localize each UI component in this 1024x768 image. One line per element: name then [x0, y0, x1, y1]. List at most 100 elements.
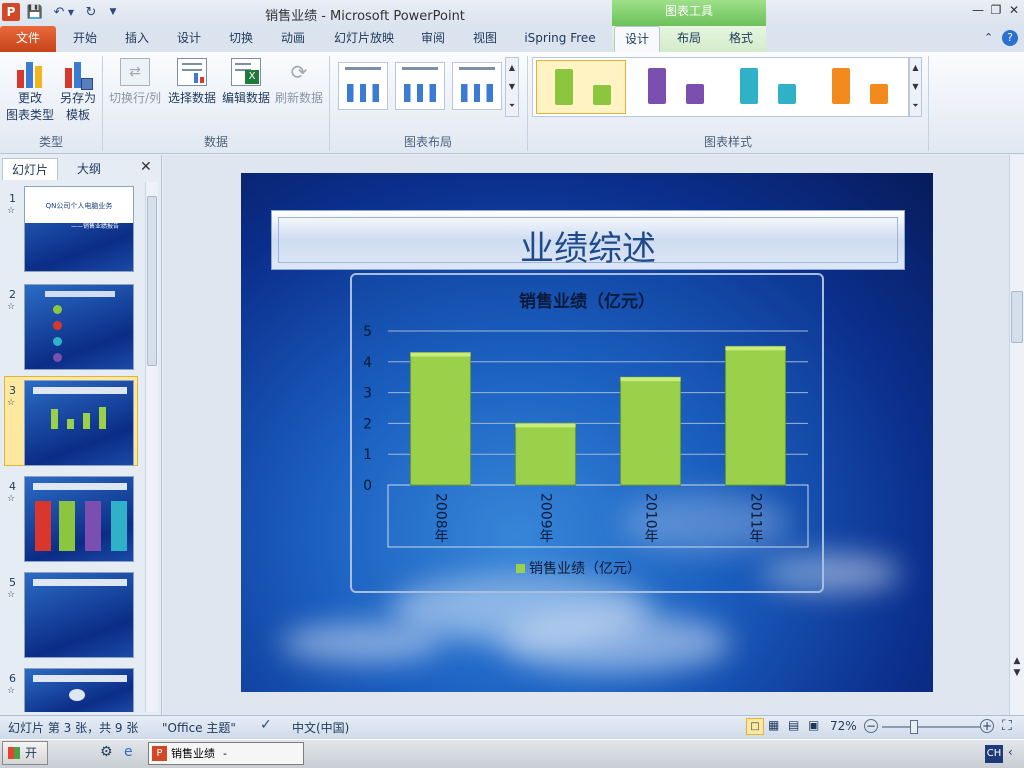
slide-canvas[interactable]: 业绩综述 销售业绩（亿元） 0 1 2 3 4 5 2008年 2009年 2010年 2011年…	[241, 173, 933, 692]
slide-thumbnail-4[interactable]	[24, 476, 134, 562]
change-chart-type-label-1: 更改	[17, 91, 42, 105]
taskbar-item-powerpoint[interactable]: P 销售业绩 - Microsof...	[148, 742, 304, 765]
slides-pane-scrollbar[interactable]	[145, 182, 158, 712]
y-tick-label: 0	[363, 478, 372, 494]
thumb-title: QN公司个人电脑业务	[45, 202, 113, 210]
fit-to-window-icon[interactable]: ⛶	[1002, 718, 1012, 734]
switch-row-column-button[interactable]: ⇄ 切换行/列	[106, 56, 164, 116]
chart-style-option-2[interactable]	[630, 60, 720, 114]
slide-number: 5	[9, 576, 16, 589]
bar	[620, 376, 681, 486]
slide-thumbnail-5[interactable]	[24, 572, 134, 658]
legend-label: 销售业绩（亿元）	[529, 561, 641, 577]
tab-chart-design[interactable]: 设计	[614, 26, 660, 52]
thumb-subtitle: ——销售业绩报告	[70, 223, 119, 230]
zoom-level[interactable]: 72%	[830, 719, 857, 733]
title-bar	[0, 0, 1024, 26]
slide-transition-icon: ☆	[7, 590, 16, 600]
slide-transition-icon: ☆	[7, 398, 16, 408]
quicklaunch-icon[interactable]: ⚙	[100, 744, 113, 760]
select-data-button[interactable]: 选择数据	[166, 56, 218, 116]
tab-insert[interactable]: 插入	[114, 26, 160, 52]
tab-slideshow[interactable]: 幻灯片放映	[324, 26, 404, 52]
chart-layout-option-2[interactable]	[395, 62, 445, 110]
slide-thumbnail-2[interactable]	[24, 284, 134, 370]
tab-home[interactable]: 开始	[62, 26, 108, 52]
powerpoint-app-icon[interactable]: P	[2, 3, 20, 21]
slide-thumbnail-1[interactable]: QN公司个人电脑业务 ——销售业绩报告	[24, 186, 134, 272]
minimize-icon[interactable]: —	[970, 2, 986, 18]
bar-highlight	[410, 352, 471, 357]
zoom-slider-thumb[interactable]	[910, 720, 918, 734]
tab-review[interactable]: 审阅	[410, 26, 456, 52]
x-tick-label: 2010年	[643, 493, 659, 543]
slide-title-box[interactable]: 业绩综述	[271, 210, 905, 270]
zoom-in-icon[interactable]: +	[980, 719, 994, 733]
tab-chart-format[interactable]: 格式	[718, 26, 764, 52]
edit-data-label: 编辑数据	[221, 91, 270, 105]
slide-number: 3	[9, 384, 16, 397]
refresh-data-label: 刷新数据	[274, 91, 323, 105]
powerpoint-task-icon: P	[152, 746, 167, 761]
collapse-ribbon-icon[interactable]: ⌃	[984, 31, 993, 44]
tab-slides[interactable]: 幻灯片	[2, 158, 58, 180]
normal-view-icon[interactable]: □	[746, 718, 764, 735]
slide-sorter-icon[interactable]: ▦	[768, 718, 779, 732]
tab-animations[interactable]: 动画	[270, 26, 316, 52]
chart-layout-option-1[interactable]	[338, 62, 388, 110]
y-tick-label: 2	[363, 416, 372, 432]
close-icon[interactable]: ✕	[1006, 2, 1022, 18]
tab-design[interactable]: 设计	[166, 26, 212, 52]
redo-icon[interactable]: ↻	[82, 3, 100, 21]
slide-number: 1	[9, 192, 16, 205]
help-icon[interactable]: ?	[1002, 30, 1018, 46]
reading-view-icon[interactable]: ▤	[788, 718, 799, 732]
editor-vertical-scrollbar[interactable]: ▲ ▼	[1009, 155, 1024, 715]
refresh-data-icon: ⟳	[290, 60, 308, 84]
theme-name[interactable]: "Office 主题"	[162, 719, 236, 736]
tab-chart-layout[interactable]: 布局	[666, 26, 712, 52]
save-as-template-button[interactable]: 另存为 模板	[56, 56, 100, 128]
tab-outline[interactable]: 大纲	[60, 158, 118, 180]
customize-qat-icon[interactable]: ▼	[104, 3, 122, 21]
close-pane-icon[interactable]: ✕	[140, 159, 152, 175]
tray-arrow-icon[interactable]: ‹	[1008, 745, 1013, 759]
tab-file[interactable]: 文件	[0, 26, 56, 52]
tab-transitions[interactable]: 切换	[218, 26, 264, 52]
undo-dropdown-icon[interactable]: ▼	[66, 3, 76, 21]
chart-style-option-3[interactable]	[722, 60, 812, 114]
layout-gallery-scroll[interactable]: ▲ ▼ ⏷	[505, 57, 519, 117]
refresh-data-button[interactable]: ⟳ 刷新数据	[274, 56, 324, 116]
slide-transition-icon: ☆	[7, 206, 16, 216]
chart-frame[interactable]: 销售业绩（亿元） 0 1 2 3 4 5 2008年 2009年 2010年 2011年 销售业绩…	[350, 273, 824, 593]
browser-icon[interactable]: e	[124, 744, 133, 760]
start-label: 开始	[25, 746, 38, 760]
save-as-template-label-1: 另存为	[59, 91, 96, 105]
ime-indicator[interactable]: CH	[985, 745, 1003, 763]
style-gallery-scroll[interactable]: ▲ ▼ ⏷	[909, 57, 922, 117]
tab-view[interactable]: 视图	[462, 26, 508, 52]
restore-icon[interactable]: ❐	[988, 2, 1004, 18]
start-button[interactable]: 开始	[2, 741, 48, 765]
group-type-label: 类型	[38, 135, 63, 149]
slide-thumbnail-6[interactable]	[24, 668, 134, 712]
chart-layout-option-3[interactable]	[452, 62, 502, 110]
y-tick-label: 1	[363, 447, 372, 463]
legend-swatch	[516, 564, 525, 573]
save-icon[interactable]: 💾	[26, 3, 44, 21]
slide-number: 2	[9, 288, 16, 301]
slide-transition-icon: ☆	[7, 494, 16, 504]
zoom-out-icon[interactable]: −	[864, 719, 878, 733]
x-tick-label: 2009年	[538, 493, 554, 543]
zoom-slider[interactable]	[882, 720, 980, 734]
spellcheck-icon[interactable]: ✓	[260, 717, 272, 733]
edit-data-button[interactable]: X 编辑数据	[220, 56, 272, 116]
chart-style-option-1[interactable]	[536, 60, 626, 114]
change-chart-type-button[interactable]: 更改 图表类型	[6, 56, 54, 128]
y-tick-label: 3	[363, 386, 372, 402]
tab-ispring[interactable]: iSpring Free	[514, 26, 606, 52]
slide-thumbnail-3[interactable]	[24, 380, 134, 466]
slideshow-view-icon[interactable]: ▣	[808, 718, 819, 732]
language-indicator[interactable]: 中文(中国)	[292, 719, 349, 736]
chart-style-option-4[interactable]	[814, 60, 904, 114]
